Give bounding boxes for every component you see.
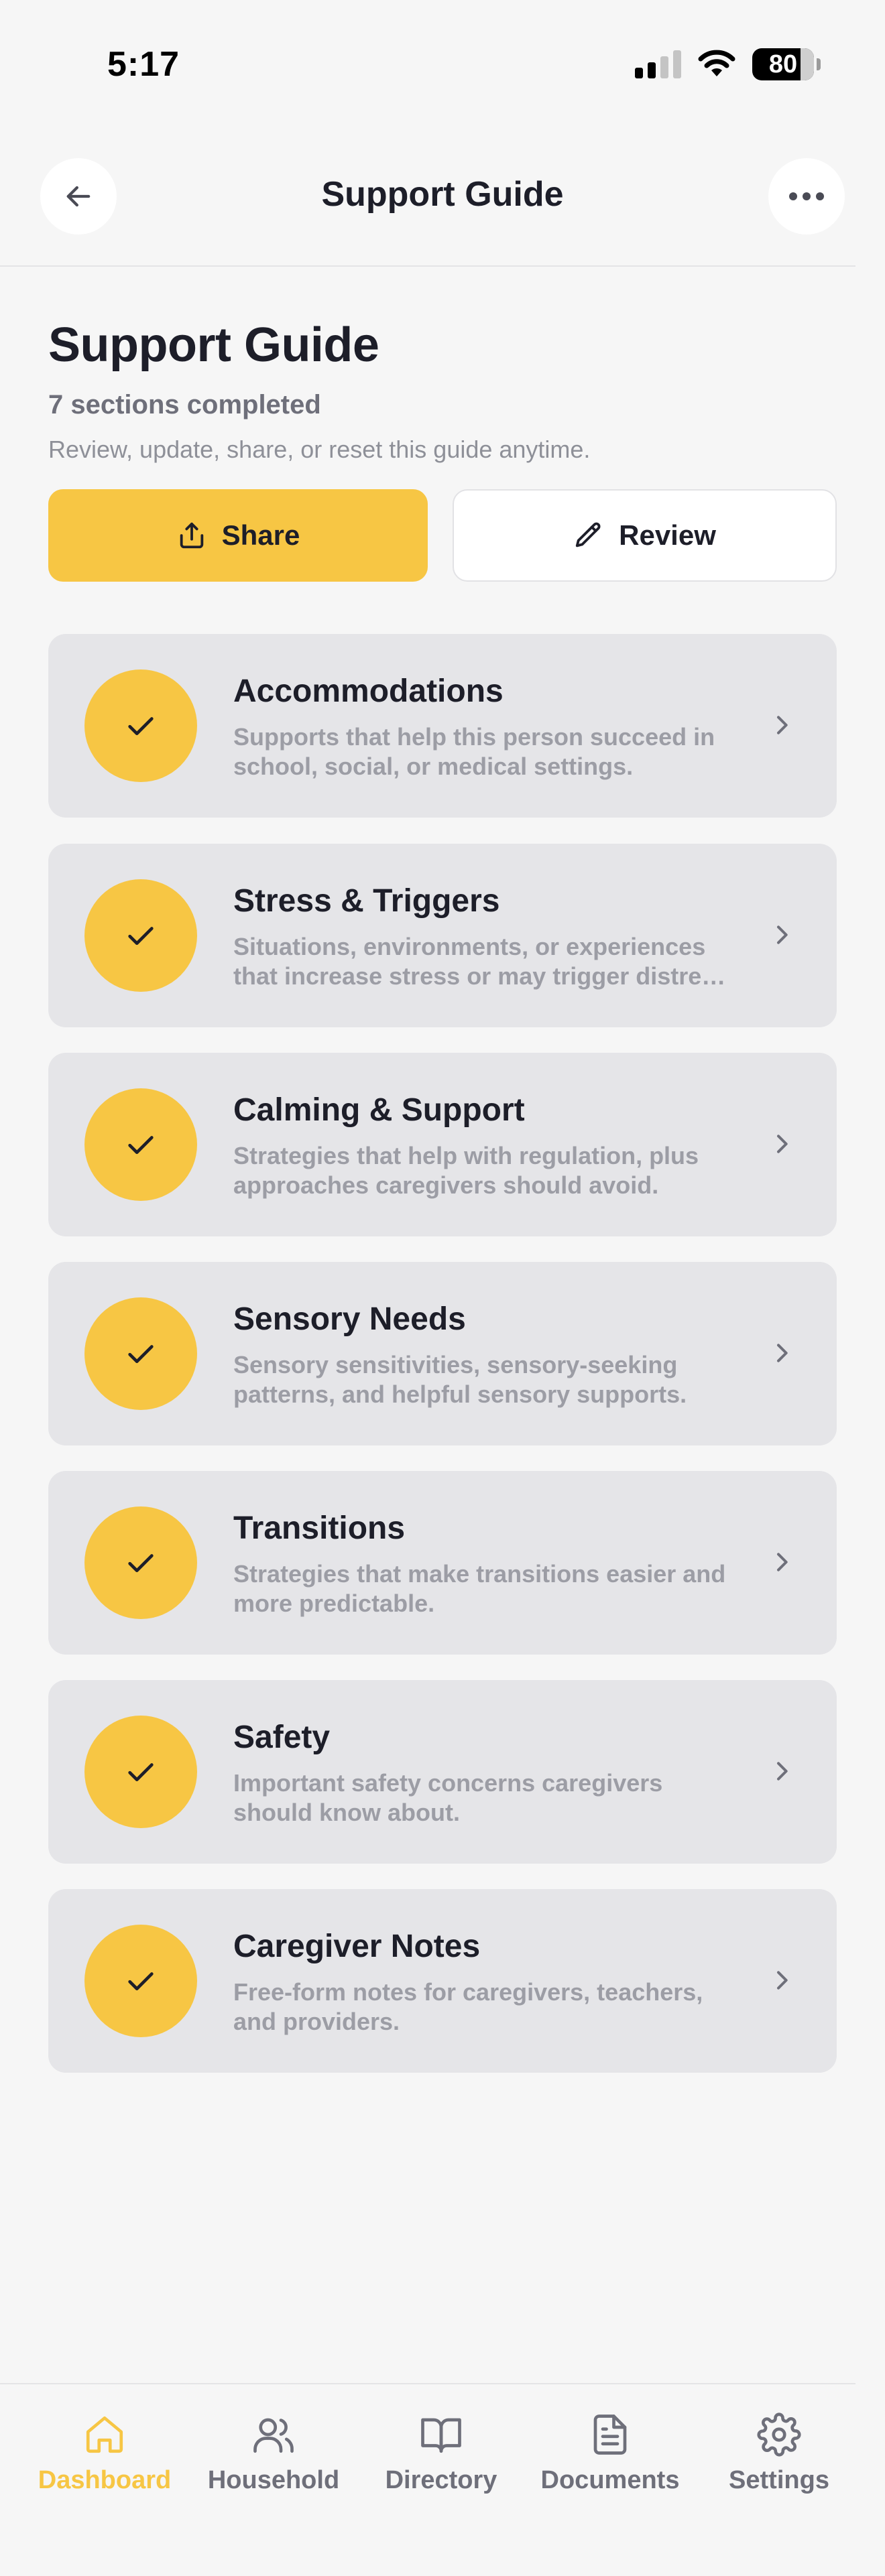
completed-badge	[84, 669, 197, 782]
status-bar: 5:17 80	[0, 0, 885, 127]
tab-label: Directory	[385, 2466, 497, 2494]
checkmark-icon	[128, 1972, 154, 1990]
chevron-right-icon	[777, 1553, 788, 1571]
section-card-caregiver-notes[interactable]: Caregiver Notes Free-form notes for care…	[48, 1889, 837, 2073]
status-time: 5:17	[107, 45, 180, 84]
completed-badge	[84, 1925, 197, 2037]
wifi-icon	[698, 50, 735, 76]
chevron-right-icon	[777, 1971, 788, 1990]
battery-level: 80	[768, 50, 798, 78]
section-card-stress-triggers[interactable]: Stress & Triggers Situations, environmen…	[48, 844, 837, 1027]
section-title: Transitions	[233, 1510, 406, 1546]
book-icon	[421, 2418, 461, 2453]
section-title: Sensory Needs	[233, 1301, 466, 1337]
nav-title: Support Guide	[321, 175, 564, 214]
tab-label: Household	[207, 2466, 340, 2494]
checkmark-icon	[128, 1554, 154, 1572]
checkmark-icon	[128, 927, 154, 945]
completed-badge	[84, 1506, 197, 1619]
tab-settings[interactable]: Settings	[699, 2412, 860, 2495]
section-card-sensory-needs[interactable]: Sensory Needs Sensory sensitivities, sen…	[48, 1262, 837, 1445]
section-title: Safety	[233, 1720, 331, 1755]
tabbar-divider	[0, 2383, 856, 2384]
cellular-signal-icon	[635, 50, 681, 78]
section-title: Calming & Support	[233, 1092, 525, 1128]
section-title: Caregiver Notes	[233, 1929, 481, 1964]
users-icon	[253, 2418, 294, 2453]
page-title: Support Guide	[48, 318, 379, 372]
section-card-safety[interactable]: Safety Important safety concerns caregiv…	[48, 1680, 837, 1864]
share-icon	[180, 522, 203, 549]
more-options-button[interactable]	[768, 158, 845, 235]
tab-label: Documents	[540, 2466, 680, 2494]
status-icons: 80	[635, 48, 821, 80]
ellipsis-icon	[789, 192, 824, 200]
gear-icon	[757, 2412, 801, 2457]
section-description: Strategies that make transitions easier …	[233, 1560, 726, 1617]
section-description: Strategies that help with regulation, pl…	[233, 1142, 699, 1199]
section-card-calming-support[interactable]: Calming & Support Strategies that help w…	[48, 1053, 837, 1236]
support-guide-screen: 5:17 80 Support Guide Support Guide 7 se…	[0, 0, 885, 2576]
completed-badge	[84, 1088, 197, 1201]
document-icon	[593, 2414, 627, 2455]
tab-documents[interactable]: Documents	[530, 2412, 691, 2495]
share-button[interactable]: Share	[48, 489, 428, 582]
completed-badge	[84, 1716, 197, 1828]
header-divider	[0, 265, 856, 267]
tab-label: Dashboard	[38, 2466, 172, 2494]
checkmark-icon	[128, 717, 154, 735]
completed-badge	[84, 879, 197, 992]
tab-directory[interactable]: Directory	[361, 2412, 522, 2495]
section-title: Accommodations	[233, 673, 504, 709]
tab-dashboard[interactable]: Dashboard	[24, 2412, 185, 2495]
chevron-right-icon	[777, 925, 788, 944]
section-description: Free-form notes for caregivers, teachers…	[233, 1978, 703, 2035]
chevron-right-icon	[777, 1135, 788, 1153]
tab-label: Settings	[729, 2466, 829, 2494]
chevron-right-icon	[777, 716, 788, 734]
section-card-accommodations[interactable]: Accommodations Supports that help this p…	[48, 634, 837, 818]
bottom-tab-bar: Dashboard Household Directory Documents	[0, 2399, 885, 2533]
checkmark-icon	[128, 1763, 154, 1781]
nav-header: Support Guide	[0, 154, 885, 248]
section-description: Important safety concerns caregivers sho…	[233, 1769, 663, 1826]
section-card-transitions[interactable]: Transitions Strategies that make transit…	[48, 1471, 837, 1655]
helper-text: Review, update, share, or reset this gui…	[48, 436, 591, 463]
chevron-right-icon	[777, 1762, 788, 1781]
section-description: Supports that help this person succeed i…	[233, 723, 715, 780]
pencil-icon	[575, 522, 601, 548]
home-icon	[86, 2416, 123, 2453]
section-description: Sensory sensitivities, sensory-seeking p…	[233, 1351, 687, 1408]
chevron-right-icon	[777, 1344, 788, 1362]
completed-badge	[84, 1297, 197, 1410]
review-button-label: Review	[619, 519, 716, 551]
completion-summary: 7 sections completed	[48, 390, 321, 420]
checkmark-icon	[128, 1345, 154, 1363]
section-description: Situations, environments, or experiences…	[233, 933, 726, 990]
tab-household[interactable]: Household	[193, 2412, 354, 2495]
section-title: Stress & Triggers	[233, 883, 500, 919]
battery-icon: 80	[752, 48, 814, 80]
checkmark-icon	[128, 1136, 154, 1154]
share-button-label: Share	[221, 519, 300, 551]
battery-indicator: 80	[752, 48, 821, 80]
review-button[interactable]: Review	[453, 489, 837, 582]
